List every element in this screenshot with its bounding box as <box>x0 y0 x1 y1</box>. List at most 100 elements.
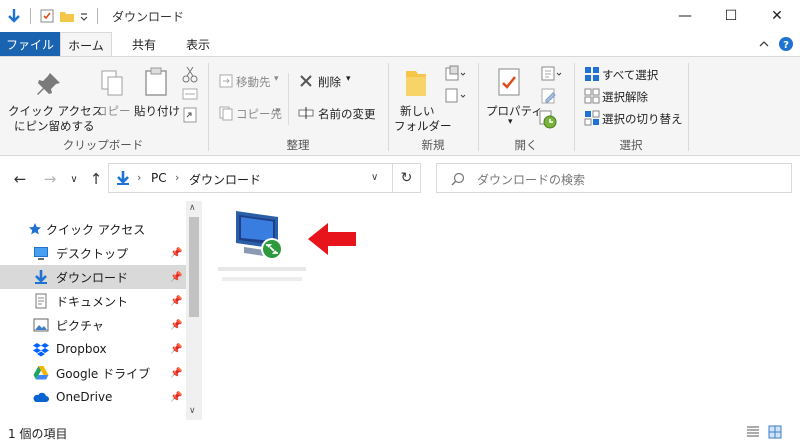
forward-button[interactable]: → <box>40 169 60 189</box>
nav-quick-access[interactable]: クイック アクセス <box>0 217 186 241</box>
select-group-label: 選択 <box>619 138 643 152</box>
nav-item-downloads[interactable]: ダウンロード 📌 <box>0 265 186 289</box>
refresh-button[interactable]: ↻ <box>393 163 421 193</box>
paste-shortcut-icon[interactable] <box>182 107 198 126</box>
invert-selection-button[interactable]: 選択の切り替え <box>602 111 683 127</box>
properties-icon[interactable] <box>496 67 522 102</box>
invert-selection-icon[interactable] <box>584 110 600 129</box>
new-folder-label-2[interactable]: フォルダー <box>394 118 452 134</box>
remote-desktop-icon <box>236 211 283 260</box>
collapse-ribbon-icon[interactable] <box>756 36 772 52</box>
maximize-button[interactable]: ☐ <box>708 0 754 32</box>
breadcrumb-separator-icon[interactable]: › <box>175 171 179 184</box>
scroll-up-icon[interactable]: ∧ <box>189 203 196 213</box>
close-button[interactable]: ✕ <box>754 0 800 32</box>
search-placeholder: ダウンロードの検索 <box>477 173 586 187</box>
cut-icon[interactable] <box>182 65 198 86</box>
up-button[interactable]: ↑ <box>86 169 106 189</box>
rename-icon[interactable] <box>298 105 314 124</box>
nav-item-label: クイック アクセス <box>46 222 146 237</box>
select-none-icon[interactable] <box>584 88 600 107</box>
breadcrumb-separator-icon[interactable]: › <box>137 171 141 184</box>
select-all-button[interactable]: すべて選択 <box>602 67 658 83</box>
pin-icon[interactable]: 📌 <box>170 320 182 331</box>
minimize-button[interactable]: — <box>662 0 708 32</box>
tab-view[interactable]: 表示 <box>172 32 224 56</box>
tab-file[interactable]: ファイル <box>0 32 60 56</box>
pin-icon[interactable]: 📌 <box>170 272 182 283</box>
title-bar: ダウンロード — ☐ ✕ <box>0 0 800 32</box>
pin-icon[interactable]: 📌 <box>170 368 182 379</box>
nav-item-label: ピクチャ <box>56 318 104 333</box>
file-item[interactable] <box>230 207 294 263</box>
large-icons-view-icon[interactable] <box>768 425 782 439</box>
recent-locations-button[interactable]: ∨ <box>64 169 84 189</box>
nav-item-label: デスクトップ <box>56 246 129 261</box>
breadcrumb-downloads[interactable]: ダウンロード <box>189 171 261 188</box>
delete-icon[interactable] <box>298 73 314 92</box>
select-none-button[interactable]: 選択解除 <box>602 89 648 105</box>
address-dropdown-icon[interactable]: ∨ <box>371 172 378 183</box>
tab-share[interactable]: 共有 <box>120 32 168 56</box>
search-box[interactable]: ダウンロードの検索 <box>436 163 792 193</box>
pin-icon[interactable] <box>36 71 62 100</box>
help-icon[interactable]: ? <box>778 36 794 52</box>
copy-to-icon[interactable] <box>218 105 234 124</box>
breadcrumb-pc[interactable]: PC <box>151 171 167 185</box>
download-folder-icon <box>117 171 129 185</box>
edit-icon[interactable] <box>540 87 558 108</box>
new-item-icon[interactable] <box>444 65 468 86</box>
copy-path-icon[interactable] <box>182 87 198 104</box>
properties-check-icon[interactable] <box>39 8 55 24</box>
details-view-icon[interactable] <box>746 425 760 439</box>
easy-access-icon[interactable] <box>444 87 468 108</box>
nav-item-pictures[interactable]: ピクチャ 📌 <box>0 313 186 337</box>
nav-item-dropbox[interactable]: Dropbox 📌 <box>0 337 186 361</box>
paste-icon[interactable] <box>142 67 170 100</box>
customize-dropdown-icon[interactable] <box>79 8 89 24</box>
copy-button[interactable]: コピー <box>96 103 131 119</box>
nav-item-desktop[interactable]: デスクトップ 📌 <box>0 241 186 265</box>
properties-button[interactable]: プロパティ <box>486 103 543 119</box>
nav-item-google-drive[interactable]: Google ドライブ 📌 <box>0 361 186 385</box>
move-to-button[interactable]: 移動先 <box>236 74 271 90</box>
scroll-thumb[interactable] <box>189 217 199 317</box>
back-button[interactable]: ← <box>10 169 30 189</box>
red-arrow-icon <box>308 223 356 255</box>
address-bar[interactable]: › PC › ダウンロード ∨ <box>108 163 393 193</box>
nav-item-documents[interactable]: ドキュメント 📌 <box>0 289 186 313</box>
file-name-redacted <box>222 277 302 281</box>
paste-button[interactable]: 貼り付け <box>134 103 180 119</box>
select-all-icon[interactable] <box>584 66 600 85</box>
status-bar: 1 個の項目 <box>0 420 800 444</box>
open-icon[interactable] <box>540 65 564 86</box>
ribbon-home: クイック アクセス にピン留めする コピー 貼り付け クリップボード 移動先 ▾… <box>0 56 800 156</box>
desktop-icon <box>34 247 48 260</box>
new-folder-icon[interactable] <box>59 8 75 24</box>
rename-button[interactable]: 名前の変更 <box>318 106 376 122</box>
delete-button[interactable]: 削除 <box>318 74 341 90</box>
pin-icon[interactable]: 📌 <box>170 296 182 307</box>
move-to-icon[interactable] <box>218 73 234 92</box>
pin-quick-access-label-2[interactable]: にピン留めする <box>14 118 95 134</box>
scroll-down-icon[interactable]: ∨ <box>189 406 196 416</box>
pin-icon[interactable]: 📌 <box>170 392 182 403</box>
open-group-label: 開く <box>514 138 538 152</box>
pin-quick-access-label-1[interactable]: クイック アクセス <box>8 103 103 119</box>
copy-icon[interactable] <box>98 69 126 100</box>
item-count: 1 個の項目 <box>8 427 68 441</box>
google-drive-icon <box>33 366 49 380</box>
onedrive-cloud-icon <box>33 392 49 402</box>
pin-icon[interactable]: 📌 <box>170 248 182 259</box>
nav-item-onedrive[interactable]: OneDrive 📌 <box>0 385 186 409</box>
dropbox-icon <box>33 343 49 357</box>
down-arrow-icon[interactable] <box>6 8 22 24</box>
new-folder-label-1[interactable]: 新しい <box>400 103 435 119</box>
nav-pane-scrollbar[interactable]: ∧ ∨ <box>186 201 202 420</box>
pin-icon[interactable]: 📌 <box>170 344 182 355</box>
file-list <box>202 201 800 420</box>
tab-home[interactable]: ホーム <box>60 32 112 57</box>
history-icon[interactable] <box>538 109 558 132</box>
window-title: ダウンロード <box>112 10 185 24</box>
folder-icon[interactable] <box>404 67 428 102</box>
